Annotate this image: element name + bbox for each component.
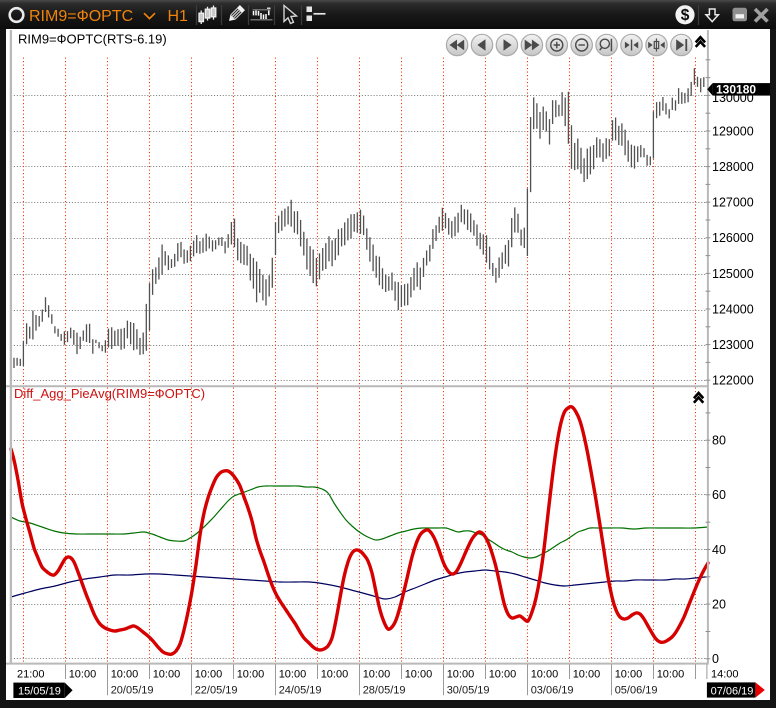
svg-text:10:00: 10:00 <box>615 668 643 680</box>
svg-text:H1: H1 <box>168 8 189 25</box>
svg-text:10:00: 10:00 <box>237 668 265 680</box>
svg-text:10:00: 10:00 <box>531 668 559 680</box>
svg-text:129000: 129000 <box>712 124 754 138</box>
svg-text:0: 0 <box>712 652 719 666</box>
svg-text:10:00: 10:00 <box>573 668 601 680</box>
svg-text:128000: 128000 <box>712 160 754 174</box>
svg-text:10:00: 10:00 <box>447 668 475 680</box>
svg-text:125000: 125000 <box>712 267 754 281</box>
svg-text:07/06/19: 07/06/19 <box>711 685 754 697</box>
svg-text:40: 40 <box>712 543 726 557</box>
svg-text:$: $ <box>681 7 690 24</box>
svg-text:10:00: 10:00 <box>321 668 349 680</box>
svg-text:RIM9=ФOPTC(RTS-6.19): RIM9=ФOPTC(RTS-6.19) <box>18 32 167 47</box>
svg-text:124000: 124000 <box>712 302 754 316</box>
svg-text:10:00: 10:00 <box>279 668 307 680</box>
svg-text:10:00: 10:00 <box>657 668 685 680</box>
svg-text:24/05/19: 24/05/19 <box>279 684 322 696</box>
svg-text:10:00: 10:00 <box>195 668 223 680</box>
svg-text:10:00: 10:00 <box>363 668 391 680</box>
svg-text:21:00: 21:00 <box>17 668 45 680</box>
svg-text:28/05/19: 28/05/19 <box>363 684 406 696</box>
svg-text:60: 60 <box>712 488 726 502</box>
svg-text:05/06/19: 05/06/19 <box>615 684 658 696</box>
svg-text:20: 20 <box>712 598 726 612</box>
svg-text:10:00: 10:00 <box>153 668 181 680</box>
svg-text:Diff_Agg_PieAvg(RIM9=ФOPTC): Diff_Agg_PieAvg(RIM9=ФOPTC) <box>14 386 205 401</box>
svg-text:10:00: 10:00 <box>69 668 97 680</box>
svg-text:RIM9=ФOPTC: RIM9=ФOPTC <box>29 8 133 25</box>
svg-text:80: 80 <box>712 434 726 448</box>
svg-text:30/05/19: 30/05/19 <box>447 684 490 696</box>
svg-text:127000: 127000 <box>712 196 754 210</box>
svg-text:123000: 123000 <box>712 338 754 352</box>
svg-text:126000: 126000 <box>712 231 754 245</box>
svg-text:22/05/19: 22/05/19 <box>195 684 238 696</box>
svg-text:10:00: 10:00 <box>489 668 517 680</box>
svg-text:15/05/19: 15/05/19 <box>18 686 61 698</box>
svg-text:10:00: 10:00 <box>405 668 433 680</box>
svg-text:130180: 130180 <box>716 83 756 97</box>
svg-text:14:00: 14:00 <box>711 668 739 680</box>
svg-text:122000: 122000 <box>712 374 754 388</box>
svg-text:03/06/19: 03/06/19 <box>531 684 574 696</box>
svg-text:20/05/19: 20/05/19 <box>111 684 154 696</box>
svg-text:10:00: 10:00 <box>111 668 139 680</box>
